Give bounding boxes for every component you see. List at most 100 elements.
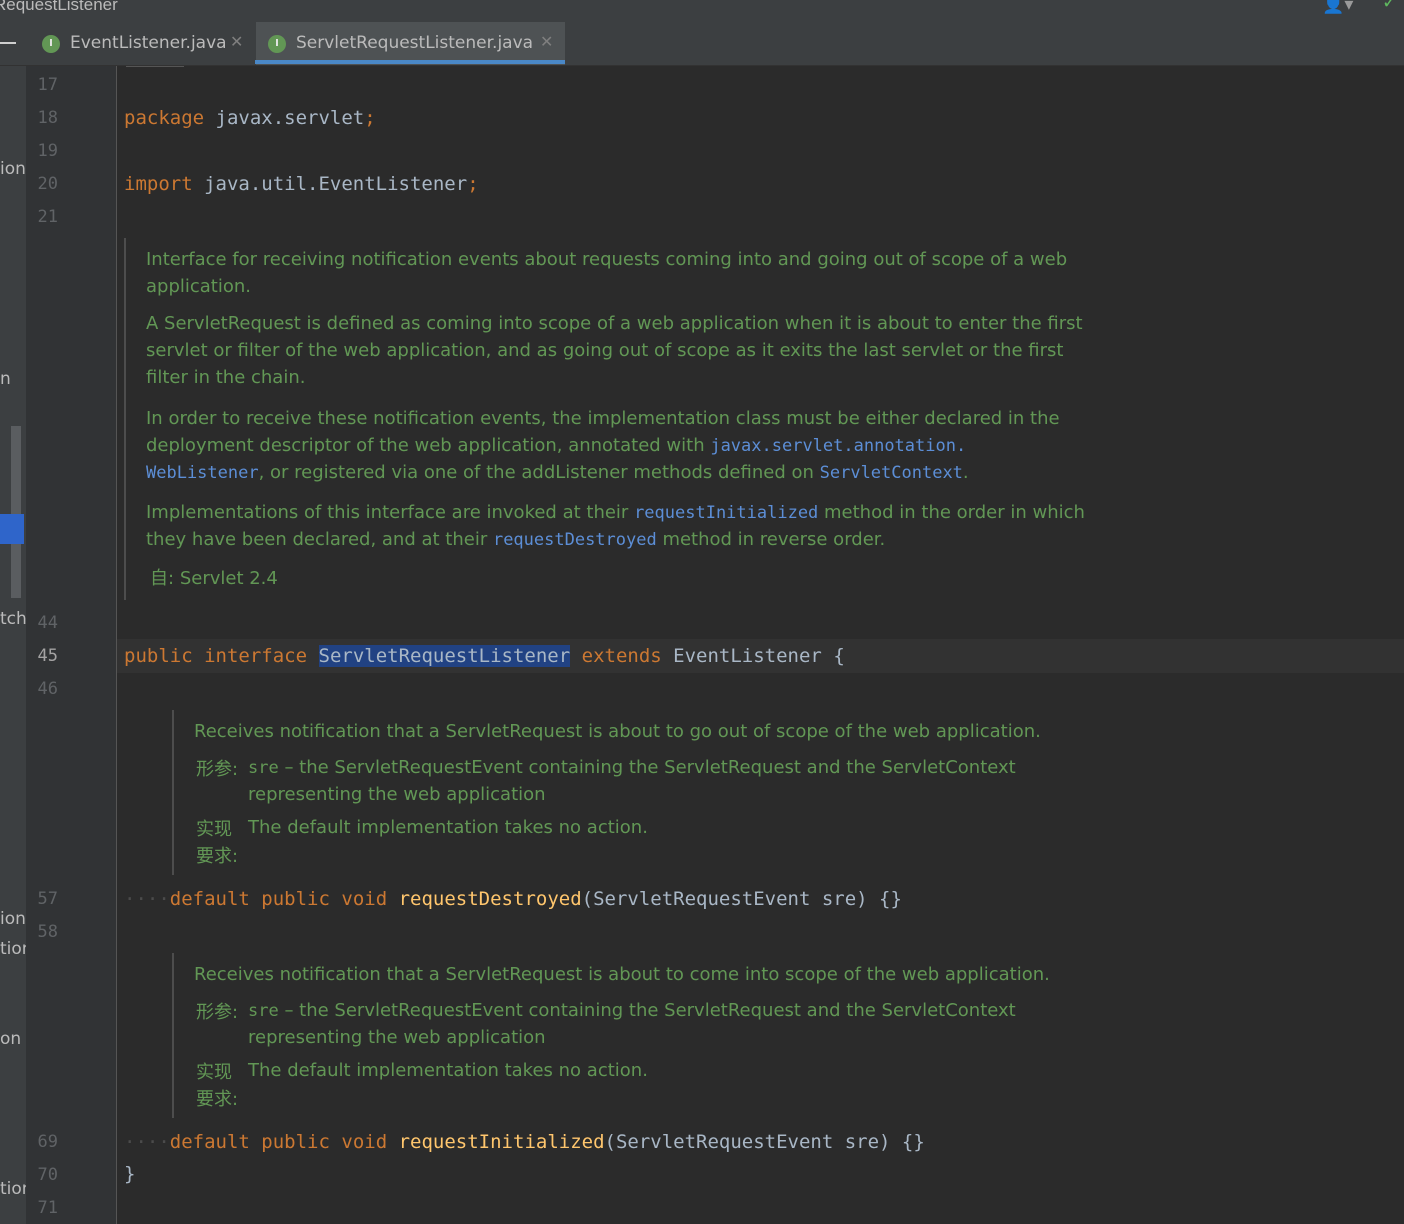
- line-number: 57: [37, 889, 58, 909]
- keyword: public: [261, 1131, 330, 1153]
- check-icon[interactable]: ✓: [1382, 0, 1404, 14]
- doc-text: In order to receive these notification e…: [146, 408, 1060, 429]
- doc-text: Interface for receiving notification eve…: [146, 249, 1068, 270]
- doc-text: servlet or filter of the web application…: [146, 340, 1064, 361]
- line-number: 70: [37, 1165, 58, 1185]
- param-label: 形参:: [196, 759, 239, 780]
- tab-eventlistener[interactable]: I EventListener.java ✕: [30, 22, 252, 65]
- keyword: public: [124, 645, 193, 667]
- keyword: extends: [581, 645, 662, 667]
- editor-tab-bar: I EventListener.java ✕ I ServletRequestL…: [0, 22, 1404, 66]
- semicolon: ;: [467, 173, 479, 195]
- tab-servletrequestlistener[interactable]: I ServletRequestListener.java ✕: [256, 22, 565, 65]
- code-line-request-initialized[interactable]: ····default public void requestInitializ…: [124, 1130, 925, 1154]
- impl-label: 实现: [196, 1062, 232, 1083]
- impl-label: 实现: [196, 819, 232, 840]
- keyword: void: [341, 1131, 388, 1153]
- doc-since: 自: Servlet 2.4: [150, 565, 278, 592]
- interface-name-selected[interactable]: ServletRequestListener: [318, 645, 571, 667]
- line-number: 20: [37, 174, 58, 194]
- javadoc-interface[interactable]: Interface for receiving notification eve…: [124, 238, 1126, 600]
- param-name: sre: [248, 1001, 279, 1021]
- line-number-current: 45: [37, 646, 58, 666]
- keyword: public: [261, 888, 330, 910]
- import-name: java.util.EventListener: [204, 173, 468, 195]
- interface-icon: I: [268, 35, 286, 53]
- doc-param: sre – the ServletRequestEvent containing…: [248, 754, 1016, 782]
- line-number: 19: [37, 141, 58, 161]
- doc-code-link[interactable]: ServletContext: [820, 463, 963, 483]
- close-icon[interactable]: ✕: [540, 32, 553, 51]
- doc-text: WebListener, or registered via one of th…: [146, 459, 969, 487]
- doc-text: Implementations of this interface are in…: [146, 502, 635, 523]
- doc-text: representing the web application: [248, 784, 546, 805]
- active-tab-indicator: [255, 60, 565, 64]
- doc-param: sre – the ServletRequestEvent containing…: [248, 997, 1016, 1025]
- keyword: default: [169, 888, 250, 910]
- doc-text: they have been declared, and at their: [146, 529, 493, 550]
- indent-guide: ····: [124, 888, 170, 910]
- tab-label: ServletRequestListener.java: [296, 33, 534, 53]
- code-line-close-brace[interactable]: }: [124, 1162, 135, 1186]
- doc-code-link[interactable]: javax.servlet.annotation.: [710, 436, 966, 456]
- method-name[interactable]: requestDestroyed: [399, 888, 582, 910]
- code-line-request-destroyed[interactable]: ····default public void requestDestroyed…: [124, 887, 902, 911]
- code-line-import[interactable]: import java.util.EventListener;: [124, 172, 479, 196]
- panel-text-fragment: on: [0, 1029, 22, 1049]
- super-interface[interactable]: EventListener: [673, 645, 822, 667]
- doc-text: Implementations of this interface are in…: [146, 499, 1085, 527]
- keyword: default: [169, 1131, 250, 1153]
- impl-label: 要求:: [196, 846, 239, 867]
- param-name: sre: [248, 758, 279, 778]
- collapse-icon[interactable]: [0, 42, 16, 44]
- javadoc-request-initialized[interactable]: Receives notification that a ServletRequ…: [172, 953, 1114, 1118]
- panel-text-fragment: tion: [0, 1179, 26, 1199]
- line-number-gutter[interactable]: [26, 66, 116, 1224]
- close-icon[interactable]: ✕: [230, 32, 243, 51]
- brace: }: [124, 1163, 136, 1185]
- method-params: (ServletRequestEvent sre) {}: [581, 888, 902, 910]
- since-value: Servlet 2.4: [179, 568, 278, 589]
- line-number: 44: [37, 613, 58, 633]
- interface-icon: I: [42, 35, 60, 53]
- method-name[interactable]: requestInitialized: [399, 1131, 605, 1153]
- doc-summary: Receives notification that a ServletRequ…: [194, 721, 1041, 742]
- panel-scrollbar[interactable]: [11, 426, 21, 598]
- line-number: 69: [37, 1132, 58, 1152]
- doc-text: – the ServletRequestEvent containing the…: [278, 757, 1016, 778]
- doc-text: The default implementation takes no acti…: [248, 1060, 648, 1081]
- folded-header-marker: [126, 66, 184, 67]
- param-label: 形参:: [196, 1002, 239, 1023]
- code-line-package[interactable]: package javax.servlet;: [124, 106, 376, 130]
- doc-text: – the ServletRequestEvent containing the…: [278, 1000, 1016, 1021]
- line-number: 71: [37, 1198, 58, 1218]
- doc-text: .: [962, 462, 969, 483]
- doc-text: they have been declared, and at their re…: [146, 526, 885, 554]
- doc-code-link[interactable]: requestDestroyed: [493, 530, 657, 550]
- since-label: 自:: [150, 568, 175, 589]
- project-panel-edge: ion n tch ion tion on tion: [0, 66, 26, 1224]
- doc-text: The default implementation takes no acti…: [248, 817, 648, 838]
- doc-text: method in reverse order.: [656, 529, 886, 550]
- tab-label: EventListener.java: [70, 33, 227, 53]
- brace: {: [833, 645, 845, 667]
- keyword: interface: [204, 645, 308, 667]
- panel-text-fragment: tion: [0, 939, 26, 959]
- panel-selected-row[interactable]: [0, 514, 24, 544]
- doc-text: filter in the chain.: [146, 367, 306, 388]
- javadoc-request-destroyed[interactable]: Receives notification that a ServletRequ…: [172, 710, 1114, 875]
- doc-summary: Receives notification that a ServletRequ…: [194, 964, 1050, 985]
- doc-text: representing the web application: [248, 1027, 546, 1048]
- doc-text: , or registered via one of the addListen…: [258, 462, 820, 483]
- panel-text-fragment: ion: [0, 159, 26, 179]
- doc-code-link[interactable]: requestInitialized: [634, 503, 818, 523]
- keyword: import: [124, 173, 193, 195]
- doc-code-link[interactable]: WebListener: [146, 463, 259, 483]
- user-account-icon[interactable]: 👤▾: [1322, 0, 1366, 15]
- keyword: void: [341, 888, 388, 910]
- code-line-interface-declaration[interactable]: public interface ServletRequestListener …: [124, 644, 845, 668]
- panel-text-fragment: tch: [0, 609, 26, 629]
- window-title: RequestListener: [0, 0, 118, 14]
- semicolon: ;: [364, 107, 376, 129]
- panel-text-fragment: n: [0, 369, 11, 389]
